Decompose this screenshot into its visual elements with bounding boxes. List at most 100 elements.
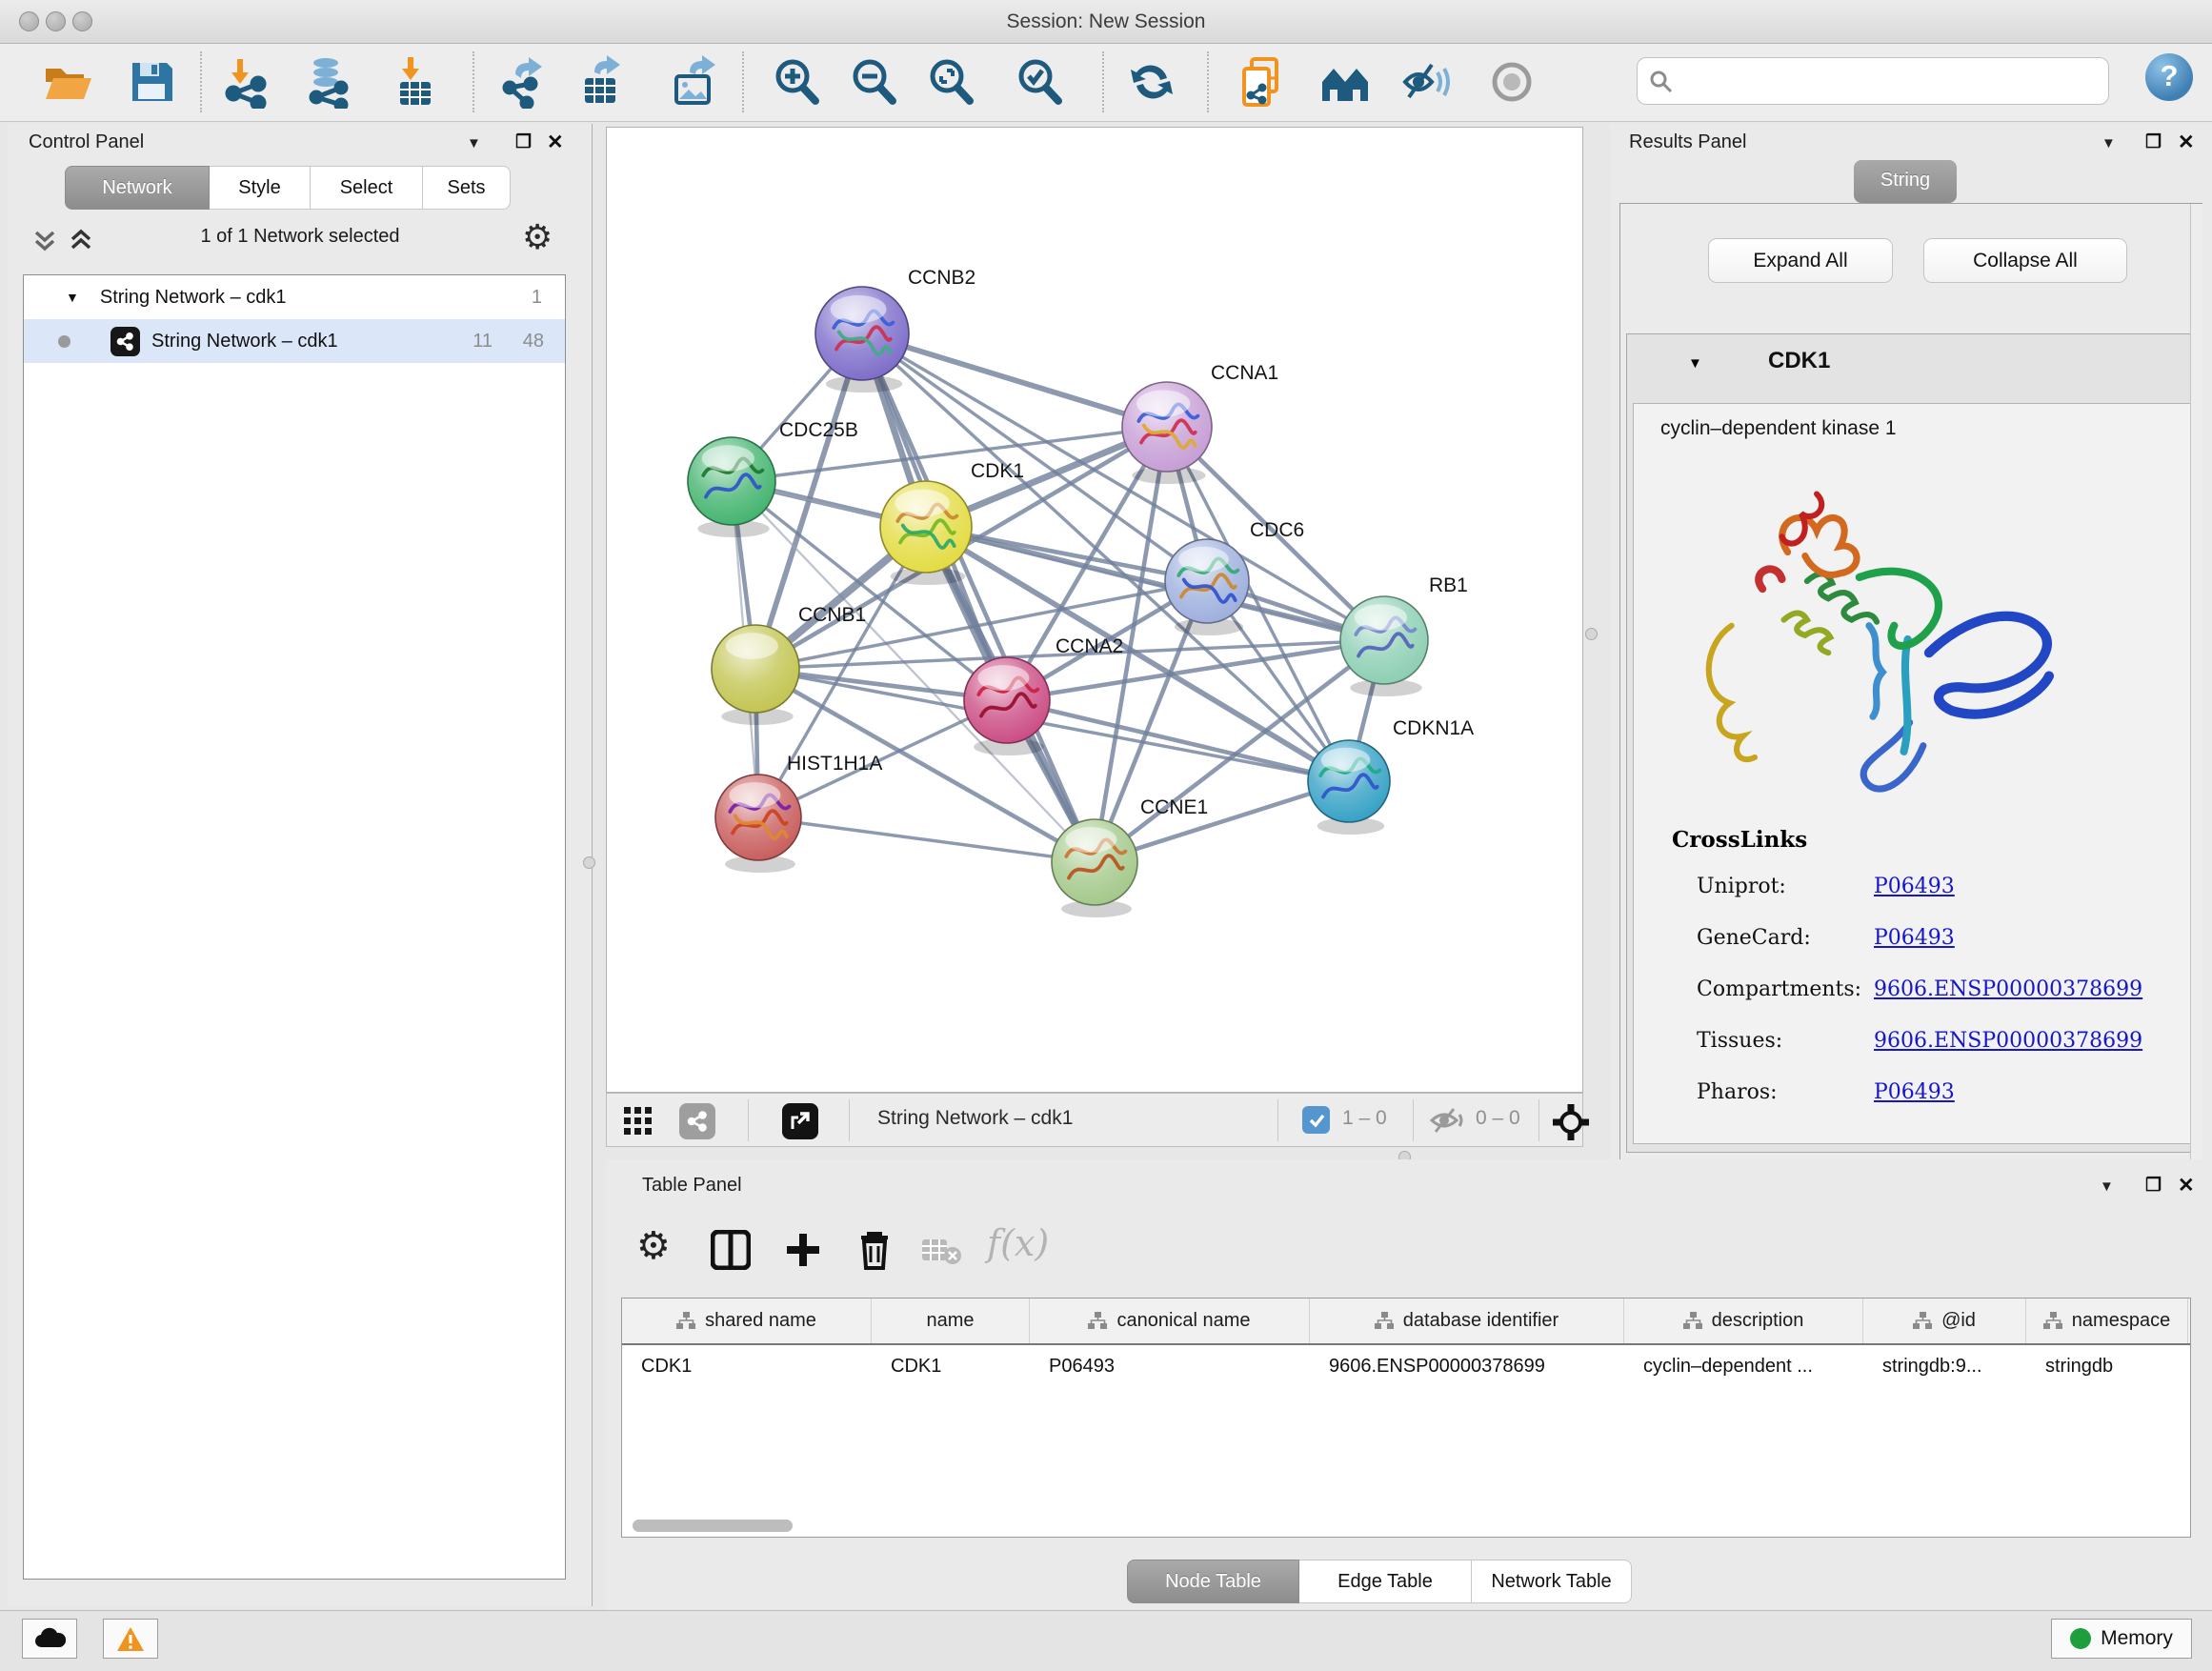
right-splitter-handle[interactable] [1585, 628, 1598, 640]
zoom-fit-content-icon[interactable] [924, 55, 977, 109]
apply-preferred-layout-icon[interactable] [1125, 55, 1178, 109]
zoom-out-icon[interactable] [847, 55, 900, 109]
network-node-HIST1H1A[interactable]: HIST1H1A [715, 753, 882, 873]
table-panel-menu-icon[interactable]: ▼ [2100, 1178, 2114, 1195]
import-table-from-file-icon[interactable] [389, 55, 442, 109]
column-header-shared-name[interactable]: shared name [622, 1299, 872, 1343]
crosslink-value-link[interactable]: P06493 [1874, 1080, 1955, 1104]
network-row-selected[interactable]: String Network – cdk1 11 48 [24, 319, 565, 363]
save-session-icon[interactable] [125, 55, 178, 109]
crosslink-value-link[interactable]: P06493 [1874, 875, 1955, 898]
crosslink-value-link[interactable]: 9606.ENSP00000378699 [1874, 1029, 2142, 1053]
column-scope-icon [2043, 1312, 2062, 1330]
tab-network[interactable]: Network [65, 166, 210, 210]
warning-icon [116, 1626, 145, 1652]
fit-selection-crosshair-icon[interactable] [1552, 1103, 1590, 1146]
control-panel-close-icon[interactable]: ✕ [547, 131, 564, 154]
tab-edge-table[interactable]: Edge Table [1299, 1560, 1472, 1603]
node-label-CDK1: CDK1 [971, 460, 1024, 482]
table-options-gear-icon[interactable]: ⚙ [636, 1224, 671, 1268]
table-panel-float-icon[interactable]: ❒ [2145, 1175, 2162, 1197]
tab-node-table[interactable]: Node Table [1127, 1560, 1299, 1603]
crosslink-label: GeneCard: [1697, 926, 1811, 950]
network-collection-row[interactable]: ▼ String Network – cdk1 1 [24, 275, 565, 319]
edge-CCNB2-CCNA1[interactable] [862, 333, 1167, 427]
export-image-icon[interactable] [667, 55, 720, 109]
show-grid-icon[interactable] [624, 1107, 653, 1140]
selected-items-checkbox-icon[interactable] [1302, 1106, 1330, 1134]
tab-string[interactable]: String [1854, 160, 1957, 203]
tab-style[interactable]: Style [210, 166, 311, 210]
expand-all-button[interactable]: Expand All [1708, 238, 1893, 283]
select-first-neighbors-icon[interactable] [1318, 55, 1372, 109]
results-panel-float-icon[interactable]: ❒ [2145, 131, 2162, 153]
collapse-all-button[interactable]: Collapse All [1923, 238, 2127, 283]
memory-button[interactable]: Memory [2051, 1619, 2192, 1659]
edge-CCNB2-CCNE1[interactable] [862, 333, 1095, 862]
results-panel-close-icon[interactable]: ✕ [2178, 131, 2195, 154]
network-canvas[interactable]: CCNB2CCNA1CDC25BCDK1CDC6RB1CCNB1CCNA2CDK… [606, 127, 1583, 1093]
column-header-name[interactable]: name [872, 1299, 1030, 1343]
birds-eye-view-icon[interactable] [679, 1103, 715, 1139]
table-horizontal-scrollbar[interactable] [633, 1520, 793, 1532]
left-splitter-handle[interactable] [583, 856, 595, 869]
toolbar-separator [1413, 1099, 1414, 1141]
clone-network-icon[interactable] [1237, 55, 1290, 109]
node-label-CCNE1: CCNE1 [1140, 796, 1208, 818]
cloud-status-button[interactable] [22, 1619, 77, 1659]
toggle-panes-icon[interactable] [711, 1230, 751, 1275]
table-panel-close-icon[interactable]: ✕ [2178, 1174, 2195, 1198]
tab-sets[interactable]: Sets [423, 166, 511, 210]
column-header-database-identifier[interactable]: database identifier [1310, 1299, 1624, 1343]
column-header-namespace[interactable]: namespace [2026, 1299, 2188, 1343]
crosslink-row: Pharos:P06493 [1634, 1073, 2190, 1124]
tab-network-table[interactable]: Network Table [1472, 1560, 1632, 1603]
zoom-in-icon[interactable] [770, 55, 823, 109]
crosslink-value-link[interactable]: P06493 [1874, 926, 1955, 950]
export-table-icon[interactable] [575, 55, 629, 109]
column-header-canonical-name[interactable]: canonical name [1030, 1299, 1310, 1343]
network-node-CCNA1[interactable]: CCNA1 [1122, 362, 1278, 484]
search-input[interactable] [1679, 62, 2099, 100]
column-header--id[interactable]: @id [1863, 1299, 2026, 1343]
hide-selected-icon[interactable] [1399, 55, 1453, 109]
zoom-selected-icon[interactable] [1013, 55, 1066, 109]
results-scrollbar[interactable] [2190, 204, 2202, 1161]
network-selection-status: 1 of 1 Network selected [8, 226, 593, 248]
warnings-button[interactable] [103, 1619, 158, 1659]
tab-select[interactable]: Select [311, 166, 423, 210]
control-panel-float-icon[interactable]: ❒ [515, 131, 532, 153]
node-label-RB1: RB1 [1429, 574, 1468, 596]
collection-expand-caret-icon[interactable]: ▼ [66, 290, 79, 305]
network-options-gear-icon[interactable]: ⚙ [522, 217, 553, 257]
control-panel-menu-icon[interactable]: ▼ [467, 135, 481, 151]
help-icon[interactable]: ? [2145, 53, 2193, 101]
detach-view-icon[interactable] [782, 1103, 818, 1139]
import-network-from-database-icon[interactable] [301, 55, 354, 109]
table-panel-title: Table Panel [642, 1175, 742, 1197]
status-bar: Memory [0, 1610, 2212, 1671]
show-all-hidden-icon[interactable] [1485, 55, 1538, 109]
crosslink-value-link[interactable]: 9606.ENSP00000378699 [1874, 977, 2142, 1001]
toolbar-separator [1538, 1099, 1539, 1141]
network-node-CCNB2[interactable]: CCNB2 [815, 267, 975, 393]
column-header-description[interactable]: description [1624, 1299, 1863, 1343]
network-view-title: String Network – cdk1 [877, 1107, 1073, 1130]
export-network-icon[interactable] [498, 55, 552, 109]
table-row[interactable]: CDK1CDK1P064939606.ENSP00000378699cyclin… [622, 1345, 2190, 1388]
table-panel: Table Panel ▼ ❒ ✕ ⚙ f(x) shared namename… [606, 1159, 2212, 1610]
edge-CCNA2-CDKN1A[interactable] [1007, 700, 1349, 781]
delete-column-icon[interactable] [855, 1228, 894, 1277]
edge-HIST1H1A-CCNE1[interactable] [758, 817, 1095, 862]
network-node-CDKN1A[interactable]: CDKN1A [1308, 717, 1474, 835]
network-node-CDC25B[interactable]: CDC25B [688, 419, 858, 537]
open-session-icon[interactable] [40, 55, 93, 109]
gene-collapse-caret-icon[interactable]: ▼ [1688, 355, 1702, 372]
toolbar-separator [1102, 51, 1104, 112]
import-network-from-file-icon[interactable] [220, 55, 273, 109]
network-status-dot-icon [58, 335, 70, 348]
results-panel-menu-icon[interactable]: ▼ [2101, 135, 2116, 151]
create-column-icon[interactable] [783, 1230, 823, 1275]
network-node-RB1[interactable]: RB1 [1340, 574, 1468, 696]
crosslink-label: Tissues: [1697, 1029, 1782, 1053]
